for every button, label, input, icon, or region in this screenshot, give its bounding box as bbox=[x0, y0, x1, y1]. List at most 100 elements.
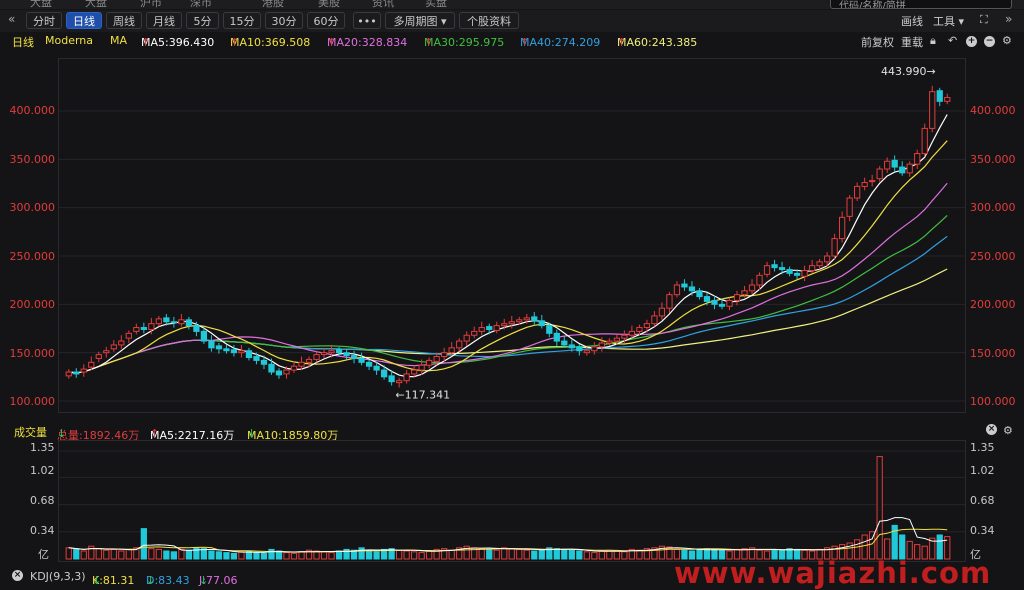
tools-dropdown[interactable]: 工具 ▾ bbox=[933, 13, 964, 29]
volume-bar bbox=[140, 528, 147, 560]
candle-body bbox=[808, 265, 816, 272]
candle-body bbox=[88, 361, 95, 368]
search-input[interactable]: 代码/名称/简拼 bbox=[830, 0, 1012, 9]
y-tick-right: 250.000 bbox=[970, 250, 1016, 263]
expand-icon[interactable]: ⛶ bbox=[980, 13, 988, 27]
volume-bar bbox=[268, 548, 275, 560]
candle-body bbox=[448, 347, 455, 354]
period-button-monthly[interactable]: 月线 bbox=[146, 12, 182, 29]
volume-chart-panel[interactable] bbox=[58, 440, 966, 562]
candle-body bbox=[718, 303, 726, 307]
y-tick-left: 250.000 bbox=[9, 250, 56, 263]
menu-item[interactable]: 大盘 bbox=[85, 0, 107, 10]
menu-item[interactable]: 实盘 bbox=[425, 0, 447, 10]
candle-body bbox=[816, 261, 823, 267]
undo-icon[interactable]: ↶ bbox=[948, 34, 957, 47]
period-button-60min[interactable]: 60分 bbox=[307, 12, 345, 29]
zoom-in-icon[interactable]: + bbox=[966, 36, 977, 47]
volume-bar bbox=[80, 550, 87, 560]
volume-bar bbox=[65, 547, 72, 560]
candle-body bbox=[568, 344, 575, 349]
candle-body bbox=[576, 346, 583, 352]
close-icon[interactable]: × bbox=[986, 424, 997, 435]
candle-body bbox=[756, 274, 763, 286]
candle-body bbox=[531, 316, 538, 322]
period-button-weekly[interactable]: 周线 bbox=[106, 12, 142, 29]
menu-item[interactable]: 资讯 bbox=[372, 0, 394, 10]
volume-bar bbox=[238, 551, 245, 560]
candle-body bbox=[793, 272, 801, 276]
candle-body bbox=[696, 290, 703, 298]
volume-bar bbox=[636, 549, 643, 560]
candle-body bbox=[343, 352, 350, 357]
candle-body bbox=[711, 299, 718, 305]
candlestick-chart[interactable]: 443.990→ ←117.341 bbox=[59, 59, 965, 412]
candle-body bbox=[854, 185, 861, 199]
close-icon[interactable]: × bbox=[12, 570, 23, 581]
stock-info-button[interactable]: 个股资料 bbox=[459, 12, 519, 29]
candle-body bbox=[170, 321, 178, 324]
volume-bar bbox=[523, 549, 530, 560]
ma-label[interactable]: MA bbox=[110, 34, 127, 47]
candle-body bbox=[643, 323, 651, 329]
volume-bar bbox=[583, 551, 590, 560]
lock-icon[interactable]: 🔒︎ bbox=[930, 34, 936, 48]
candle-body bbox=[936, 90, 943, 102]
more-periods-button[interactable]: ••• bbox=[353, 12, 381, 29]
candle-body bbox=[335, 349, 343, 354]
menu-item[interactable]: 沪市 bbox=[140, 0, 162, 10]
candle-body bbox=[763, 265, 771, 275]
candle-body bbox=[441, 352, 448, 358]
candle-body bbox=[501, 323, 508, 327]
candle-body bbox=[838, 216, 846, 240]
candle-body bbox=[395, 380, 403, 384]
period-button-5min[interactable]: 5分 bbox=[186, 12, 219, 29]
candle-body bbox=[486, 326, 493, 330]
reload-button[interactable]: 重载 bbox=[901, 34, 923, 50]
settings-gear-icon[interactable]: ⚙ bbox=[1003, 424, 1013, 437]
candle-body bbox=[208, 340, 215, 349]
zoom-out-icon[interactable]: − bbox=[984, 36, 995, 47]
top-menu-bar: 大盘 大盘 沪市 深市 港股 美股 资讯 实盘 代码/名称/简拼 bbox=[0, 0, 1024, 9]
candle-body bbox=[929, 91, 936, 129]
candle-body bbox=[771, 264, 778, 269]
kdj-title: KDJ(9,3,3) bbox=[30, 570, 86, 583]
menu-item[interactable]: 美股 bbox=[318, 0, 340, 10]
candle-body bbox=[636, 327, 643, 332]
candle-body bbox=[801, 270, 808, 277]
draw-line-button[interactable]: 画线 bbox=[901, 13, 923, 29]
period-button-intraday[interactable]: 分时 bbox=[26, 12, 62, 29]
candle-body bbox=[245, 350, 253, 359]
candle-body bbox=[260, 359, 268, 365]
volume-bar bbox=[148, 548, 155, 560]
candle-body bbox=[140, 327, 147, 330]
double-chevron-right-icon[interactable]: » bbox=[1005, 12, 1012, 26]
candle-body bbox=[869, 180, 876, 183]
adjust-button[interactable]: 前复权 bbox=[861, 34, 894, 50]
multi-period-dropdown[interactable]: 多周期图 ▾ bbox=[385, 12, 455, 29]
volume-bar bbox=[328, 552, 335, 560]
candle-body bbox=[73, 371, 80, 375]
volume-chart[interactable] bbox=[59, 441, 965, 561]
settings-gear-icon[interactable]: ⚙ bbox=[1002, 34, 1012, 47]
menu-item[interactable]: 大盘 bbox=[30, 0, 52, 10]
double-chevron-left-icon[interactable]: « bbox=[8, 12, 15, 26]
menu-item[interactable]: 港股 bbox=[262, 0, 284, 10]
candle-body bbox=[478, 327, 485, 332]
y-tick-right: 350.000 bbox=[970, 153, 1016, 166]
price-chart-panel[interactable]: 443.990→ ←117.341 bbox=[58, 58, 966, 413]
candle-body bbox=[463, 334, 470, 342]
volume-bar bbox=[403, 550, 410, 560]
period-button-30min[interactable]: 30分 bbox=[265, 12, 303, 29]
period-button-daily[interactable]: 日线 bbox=[66, 12, 102, 29]
candle-body bbox=[275, 370, 283, 376]
candle-body bbox=[268, 363, 275, 373]
ma5-line bbox=[68, 114, 948, 378]
candle-body bbox=[778, 267, 786, 271]
period-button-15min[interactable]: 15分 bbox=[223, 12, 261, 29]
volume-bar bbox=[170, 551, 178, 560]
volume-bar bbox=[178, 548, 185, 560]
candle-body bbox=[538, 320, 545, 327]
caret-down-icon: ▾ bbox=[958, 15, 965, 28]
menu-item[interactable]: 深市 bbox=[190, 0, 212, 10]
